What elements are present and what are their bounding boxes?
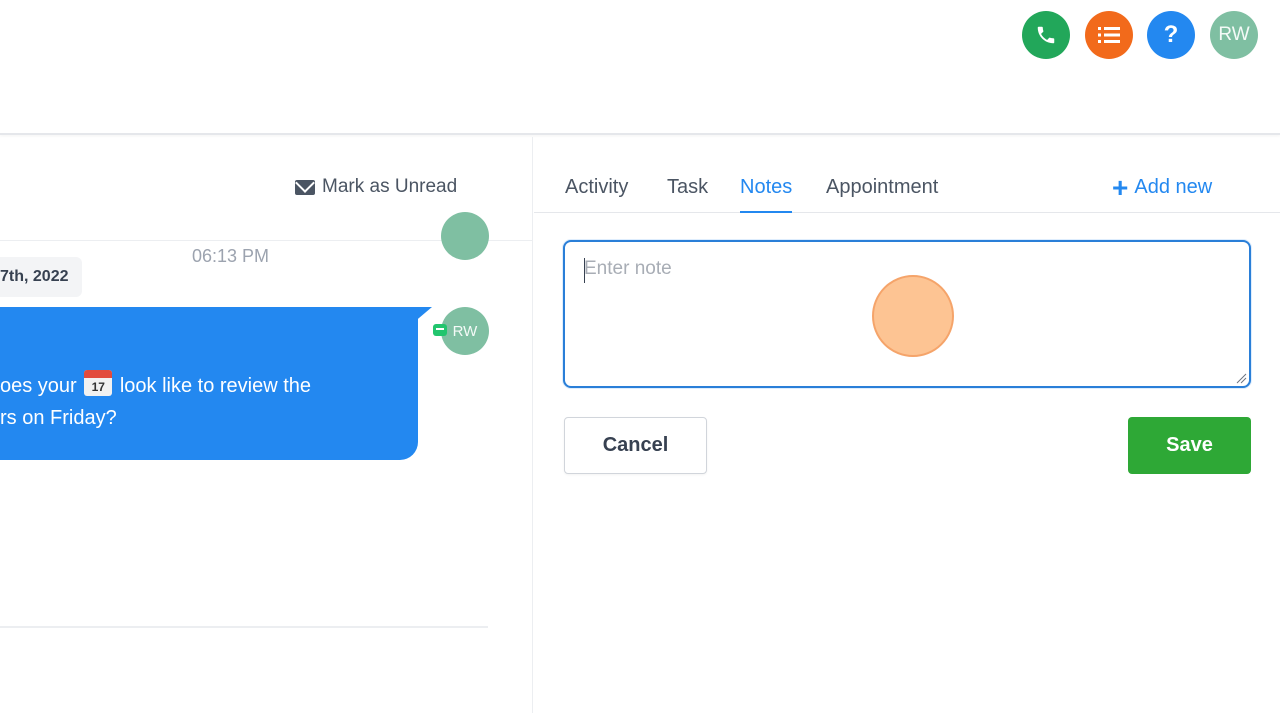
previous-message-avatar [441, 212, 489, 260]
tab-task[interactable]: Task [667, 176, 708, 199]
details-panel: Activity Task Notes Appointment + Add ne… [534, 137, 1280, 713]
calendar-emoji-day: 17 [91, 380, 105, 394]
tab-activity[interactable]: Activity [565, 176, 628, 199]
add-new-button[interactable]: + Add new [1112, 171, 1213, 203]
panel-tabs: Activity Task Notes Appointment + Add ne… [534, 137, 1280, 213]
text-caret [584, 258, 585, 283]
help-button[interactable]: ? [1147, 11, 1195, 59]
save-button[interactable]: Save [1128, 417, 1251, 474]
envelope-icon [295, 179, 315, 195]
message-bubble-tail [406, 307, 432, 329]
cancel-button[interactable]: Cancel [564, 417, 707, 474]
tab-appointment[interactable]: Appointment [826, 176, 938, 199]
conversation-toolbar: Mark as Unread [0, 137, 532, 260]
date-separator-label: 7th, 2022 [0, 268, 69, 285]
sender-avatar: RW [441, 307, 489, 355]
mark-as-unread-button[interactable]: Mark as Unread [295, 176, 457, 198]
phone-button[interactable] [1022, 11, 1070, 59]
help-icon: ? [1163, 21, 1179, 48]
calendar-emoji-icon: 17 [84, 370, 113, 396]
sms-channel-icon [433, 324, 447, 336]
message-bubble: oes your 17 look like to review the rs on… [0, 307, 418, 460]
avatar-initials: RW [1218, 24, 1250, 45]
phone-icon [1037, 26, 1055, 44]
resize-handle-icon[interactable] [1235, 372, 1247, 384]
tab-notes[interactable]: Notes [740, 176, 793, 213]
click-indicator [872, 275, 954, 357]
add-new-label: Add new [1134, 176, 1213, 198]
mark-as-unread-label: Mark as Unread [322, 176, 458, 197]
list-icon [1098, 27, 1120, 43]
message-timestamp: 06:13 PM [192, 246, 270, 266]
top-header: ? RW [0, 0, 1280, 135]
composer-divider [0, 626, 488, 628]
tasks-list-button[interactable] [1085, 11, 1133, 59]
sender-avatar-initials: RW [452, 322, 478, 340]
user-avatar[interactable]: RW [1210, 11, 1258, 59]
message-line1-before: oes your [0, 375, 83, 397]
date-separator: 7th, 2022 [0, 257, 83, 297]
message-line1-after: look like to review the [114, 375, 312, 397]
message-text: oes your 17 look like to review the rs on… [0, 370, 311, 434]
message-line2: rs on Friday? [0, 407, 117, 429]
plus-icon: + [1112, 171, 1129, 203]
conversation-pane: Mark as Unread 06:13 PM 7th, 2022 oes yo… [0, 137, 533, 713]
